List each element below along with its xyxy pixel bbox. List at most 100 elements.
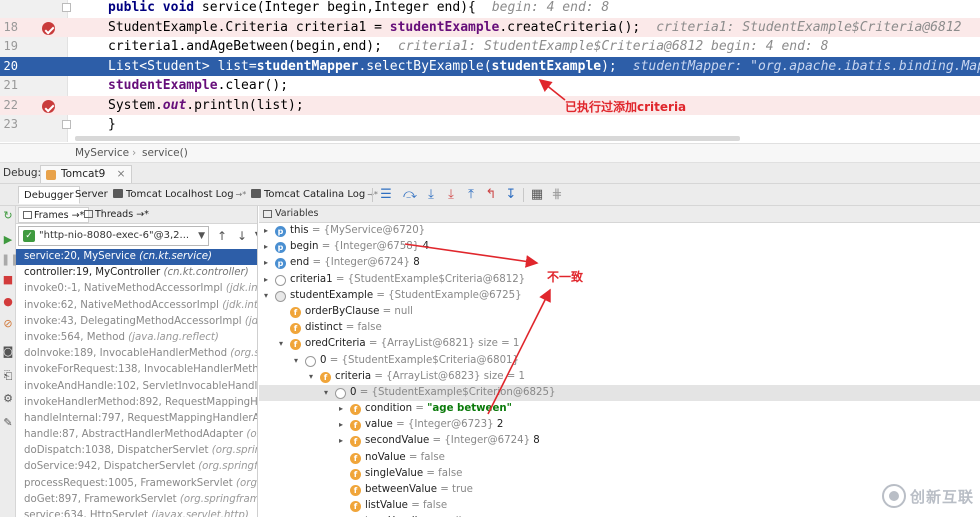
restore-layout-icon[interactable]: ⎗ xyxy=(1,369,15,383)
code-line[interactable]: 18 StudentExample.Criteria criteria1 = s… xyxy=(0,17,980,38)
code-text[interactable]: } xyxy=(72,115,980,135)
evaluate-expression-icon[interactable]: ▦ xyxy=(529,187,545,203)
fold-icon[interactable] xyxy=(62,3,71,12)
collapse-arrow-icon[interactable]: ▾ xyxy=(321,385,331,401)
variable-row[interactable]: ▾ 0 = {StudentExample$Criterion@6825} xyxy=(259,384,980,402)
breakpoint-icon[interactable] xyxy=(42,21,55,35)
variable-row[interactable]: f listValue = false xyxy=(259,498,980,514)
stack-frame[interactable]: service:634, HttpServlet (javax.servlet.… xyxy=(16,508,257,517)
variable-row[interactable]: ▾ f oredCriteria = {ArrayList@6821} size =… xyxy=(259,336,980,352)
code-line[interactable]: 20 List<Student> list=studentMapper.sele… xyxy=(0,56,980,77)
tab-frames[interactable]: Frames →* xyxy=(18,207,90,223)
variable-row[interactable]: ▾ studentExample = {StudentExample@6725} xyxy=(259,288,980,304)
stop-icon[interactable]: ■ xyxy=(1,273,15,287)
variable-row[interactable]: ▾ 0 = {StudentExample$Criteria@6801} xyxy=(259,353,980,369)
code-line[interactable]: public void service(Integer begin,Intege… xyxy=(0,0,980,18)
code-line[interactable]: 22 System.out.println(list); xyxy=(0,95,980,116)
expand-arrow-icon[interactable]: ▸ xyxy=(336,401,346,417)
collapse-arrow-icon[interactable]: ▾ xyxy=(276,336,286,352)
next-frame-icon[interactable]: ↓ xyxy=(235,228,249,244)
step-into-icon[interactable]: ⤓ xyxy=(423,187,439,203)
editor-horizontal-scrollbar[interactable] xyxy=(75,136,740,141)
line-number[interactable]: 21 xyxy=(0,76,18,96)
expand-arrow-icon[interactable]: ▸ xyxy=(261,272,271,288)
stack-frame[interactable]: handle:87, AbstractHandlerMethodAdapter … xyxy=(16,427,257,443)
code-editor[interactable]: public void service(Integer begin,Intege… xyxy=(0,0,980,142)
pause-icon[interactable]: ❚❚ xyxy=(1,253,19,267)
collapse-arrow-icon[interactable]: ▾ xyxy=(291,353,301,369)
code-text[interactable]: List<Student> list=studentMapper.selectB… xyxy=(72,57,980,77)
stack-frame[interactable]: doService:942, DispatcherServlet (org.sp… xyxy=(16,459,257,475)
pin-tab-icon[interactable]: ✎ xyxy=(1,416,15,430)
variable-row[interactable]: f distinct = false xyxy=(259,320,980,336)
stack-frame[interactable]: doGet:897, FrameworkServlet (org.springf… xyxy=(16,492,257,508)
resume-icon[interactable]: ▶ xyxy=(1,233,15,247)
rerun-icon[interactable]: ↻ xyxy=(1,209,15,223)
step-over-icon[interactable]: ⤼ xyxy=(402,187,418,203)
tab-tomcat-catalina-log[interactable]: Tomcat Catalina Log→* xyxy=(246,186,383,204)
variable-row[interactable]: ▸ p begin = {Integer@6758} 4 xyxy=(259,239,980,255)
stack-frame[interactable]: invokeForRequest:138, InvocableHandlerMe… xyxy=(16,362,257,378)
breakpoint-icon[interactable] xyxy=(42,99,55,113)
code-line[interactable]: 19 criteria1.andAgeBetween(begin,end); cr… xyxy=(0,37,980,57)
step-out-icon[interactable]: ⤒ xyxy=(463,187,479,203)
collapse-arrow-icon[interactable]: ▾ xyxy=(306,369,316,385)
stack-frame[interactable]: service:20, MyService (cn.kt.service) xyxy=(16,249,257,266)
stack-frame[interactable]: doInvoke:189, InvocableHandlerMethod (or… xyxy=(16,346,257,362)
thread-selector[interactable]: ✓ "http-nio-8080-exec-6"@3,2... ▼ xyxy=(18,226,209,246)
tab-server[interactable]: Server xyxy=(70,186,113,204)
variable-row[interactable]: f betweenValue = true xyxy=(259,482,980,498)
breadcrumb-class[interactable]: MyService xyxy=(75,144,129,162)
variable-row[interactable]: f orderByClause = null xyxy=(259,304,980,320)
stack-frame[interactable]: invoke0:-1, NativeMethodAccessorImpl (jd… xyxy=(16,281,257,297)
expand-arrow-icon[interactable]: ▸ xyxy=(336,417,346,433)
expand-arrow-icon[interactable]: ▸ xyxy=(336,433,346,449)
line-number[interactable]: 23 xyxy=(0,115,18,135)
run-to-cursor-icon[interactable]: ↧ xyxy=(503,187,519,203)
expand-arrow-icon[interactable]: ▸ xyxy=(261,223,271,239)
variable-row[interactable]: ▸ f value = {Integer@6723} 2 xyxy=(259,417,980,433)
stack-frame[interactable]: invokeAndHandle:102, ServletInvocableHan… xyxy=(16,379,257,395)
code-text[interactable]: System.out.println(list); xyxy=(72,96,980,116)
variable-row[interactable]: ▸ f condition = "age between" xyxy=(259,401,980,417)
stack-frame[interactable]: invoke:564, Method (java.lang.reflect) xyxy=(16,330,257,346)
line-number[interactable]: 19 xyxy=(0,37,18,57)
filter-icon[interactable]: ▼ xyxy=(252,228,257,244)
fold-icon[interactable] xyxy=(62,120,71,129)
debug-session-tab[interactable]: Tomcat9 × xyxy=(40,165,133,183)
collapse-arrow-icon[interactable]: ▾ xyxy=(261,288,271,304)
variable-row[interactable]: ▸ f secondValue = {Integer@6724} 8 xyxy=(259,433,980,449)
variable-row[interactable]: f noValue = false xyxy=(259,450,980,466)
code-line[interactable]: 23} xyxy=(0,115,980,135)
line-number[interactable]: 20 xyxy=(0,56,18,76)
expand-arrow-icon[interactable]: ▸ xyxy=(261,255,271,271)
force-step-into-icon[interactable]: ⤓ xyxy=(443,187,459,203)
stack-frame[interactable]: invoke:62, NativeMethodAccessorImpl (jdk… xyxy=(16,298,257,314)
stack-frame[interactable]: processRequest:1005, FrameworkServlet (o… xyxy=(16,476,257,492)
code-text[interactable]: studentExample.clear(); xyxy=(72,76,980,96)
drop-frame-icon[interactable]: ↰ xyxy=(483,187,499,203)
stack-frame[interactable]: controller:19, MyController (cn.kt.contr… xyxy=(16,265,257,281)
trace-icon[interactable]: ⋕ xyxy=(549,187,565,203)
close-icon[interactable]: × xyxy=(117,168,126,180)
stack-frame[interactable]: invokeHandlerMethod:892, RequestMappingH… xyxy=(16,395,257,411)
tab-tomcat-localhost-log[interactable]: Tomcat Localhost Log →* xyxy=(108,186,251,204)
show-execution-point-icon[interactable]: ☰ xyxy=(378,187,394,203)
previous-frame-icon[interactable]: ↑ xyxy=(215,228,229,244)
breadcrumb-method[interactable]: service() xyxy=(142,144,188,162)
camera-icon[interactable]: ◙ xyxy=(1,345,15,359)
expand-arrow-icon[interactable]: ▸ xyxy=(261,239,271,255)
stack-frame[interactable]: invoke:43, DelegatingMethodAccessorImpl … xyxy=(16,314,257,330)
variable-row[interactable]: ▸ criteria1 = {StudentExample$Criteria@68… xyxy=(259,272,980,288)
variable-row[interactable]: ▸ p end = {Integer@6724} 8 xyxy=(259,255,980,271)
stack-frame[interactable]: doDispatch:1038, DispatcherServlet (org.… xyxy=(16,443,257,459)
stack-frame[interactable]: handleInternal:797, RequestMappingHandle… xyxy=(16,411,257,427)
tab-threads[interactable]: Threads →* xyxy=(80,207,153,223)
variable-row[interactable]: ▸ p this = {MyService@6720} xyxy=(259,223,980,239)
code-line[interactable]: 21 studentExample.clear(); xyxy=(0,76,980,96)
line-number[interactable]: 18 xyxy=(0,18,18,38)
code-text[interactable]: criteria1.andAgeBetween(begin,end); crite… xyxy=(72,37,980,57)
variable-row[interactable]: f singleValue = false xyxy=(259,466,980,482)
settings-icon[interactable]: ⚙ xyxy=(1,392,15,406)
line-number[interactable]: 22 xyxy=(0,96,18,116)
